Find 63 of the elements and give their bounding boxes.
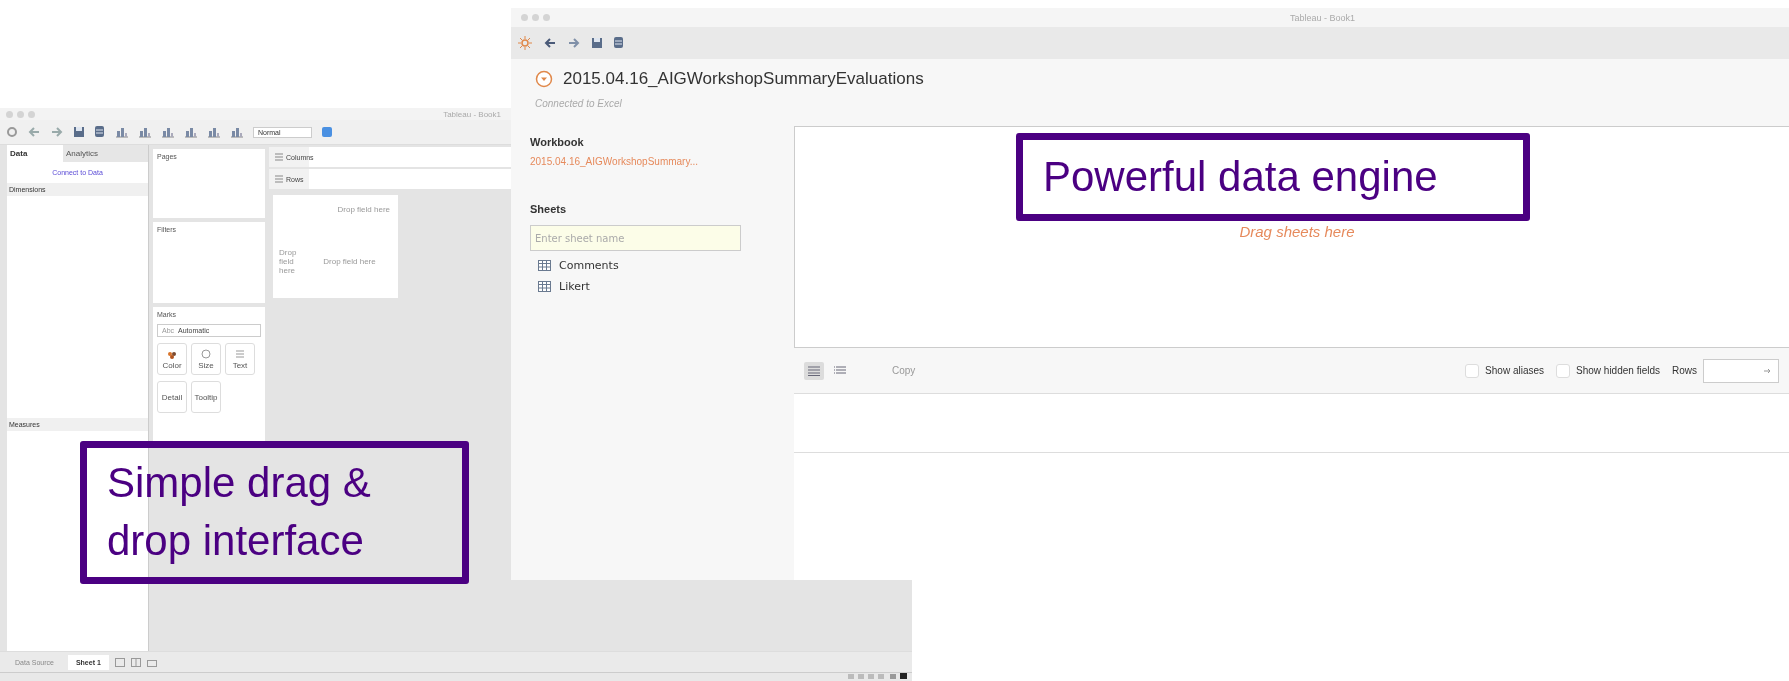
drop-hint: Drop field here: [278, 248, 298, 275]
view-toggle-button[interactable]: [804, 361, 824, 380]
status-icons-drawing: [848, 673, 908, 679]
bar-chart-icon[interactable]: [230, 126, 244, 138]
window-title: Tableau - Book1: [1290, 12, 1356, 23]
arrow-right-icon[interactable]: [50, 126, 64, 138]
database-icon[interactable]: [94, 125, 106, 139]
callout-box: Powerful data engine: [1016, 133, 1530, 221]
table-icon: [538, 260, 551, 271]
callout-box: Simple drag & drop interface: [80, 441, 469, 584]
mark-button[interactable]: Text: [225, 343, 255, 375]
bar-chart-icon[interactable]: [115, 126, 129, 138]
drop-hint: Drop field here: [336, 204, 391, 216]
mark-label: Text: [232, 361, 248, 370]
arrow-left-icon[interactable]: [543, 37, 557, 49]
new-sheet-icon[interactable]: [114, 657, 125, 667]
sheet-item[interactable]: Likert: [538, 280, 794, 293]
database-icon[interactable]: [613, 36, 625, 50]
arrow-right-icon[interactable]: [567, 37, 581, 49]
gear-icon[interactable]: [6, 126, 18, 138]
dropdown-icon[interactable]: [535, 70, 553, 88]
bar-chart-icon[interactable]: [161, 126, 175, 138]
mark-button[interactable]: Size: [191, 343, 221, 375]
drop-hint: Drop field here: [322, 257, 377, 266]
pane-tab[interactable]: Analytics: [63, 145, 148, 162]
section-header: Sheets: [530, 203, 568, 215]
section-header: Workbook: [530, 136, 585, 148]
list-icon: [275, 153, 283, 161]
mark-label: Color: [162, 361, 182, 370]
new-dashboard-icon[interactable]: [130, 657, 141, 667]
bar-chart-icon[interactable]: [184, 126, 198, 138]
checkbox[interactable]: [1465, 363, 1480, 378]
checkbox-label: Show aliases: [1485, 365, 1545, 376]
checkbox-label: Show hidden fields: [1576, 365, 1660, 376]
rows-field[interactable]: [1703, 358, 1779, 383]
save-icon[interactable]: [591, 37, 603, 49]
checkbox[interactable]: [1556, 363, 1571, 378]
bar-chart-icon[interactable]: [207, 126, 221, 138]
sun-icon[interactable]: [517, 35, 533, 51]
table-icon: [538, 281, 551, 292]
drop-hint: Drag sheets here: [1239, 223, 1355, 240]
grid-icon: [808, 365, 820, 376]
mark-label: Size: [198, 361, 214, 370]
connection-name: 2015.04.16_AIGWorkshopSummaryEvaluations: [563, 69, 924, 89]
list-icon: [834, 365, 846, 376]
bar-chart-icon[interactable]: [138, 126, 152, 138]
rows-label: Rows: [1672, 365, 1697, 376]
lines-icon: [233, 348, 247, 360]
save-icon[interactable]: [73, 126, 85, 138]
connection-status: Connected to Excel: [535, 98, 623, 109]
window-title: Tableau - Book1: [443, 109, 501, 119]
sheet-item[interactable]: Comments: [538, 259, 794, 272]
mark-button[interactable]: Color: [157, 343, 187, 375]
mark-button[interactable]: Tooltip: [191, 381, 221, 413]
search-field[interactable]: Enter sheet name: [530, 225, 741, 251]
new-story-icon[interactable]: [146, 657, 157, 667]
mark-button[interactable]: Detail: [157, 381, 187, 413]
mark-label: Detail: [161, 392, 183, 402]
list-icon: [275, 175, 283, 183]
arrow-right-icon: [1764, 367, 1772, 374]
mark-label: Tooltip: [194, 392, 218, 402]
circle-icon: [199, 348, 213, 360]
fit-icon[interactable]: [320, 126, 333, 138]
